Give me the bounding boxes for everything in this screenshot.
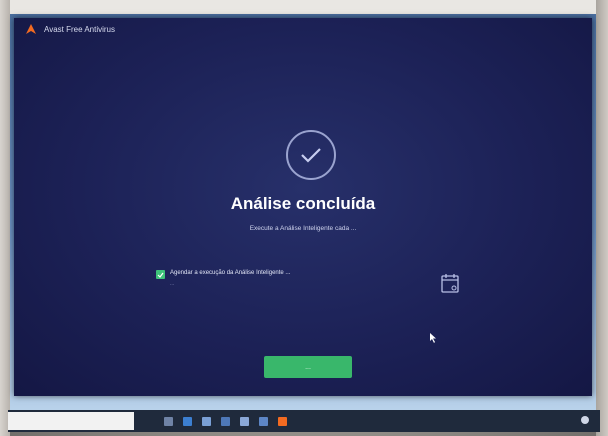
taskbar-search-input[interactable] <box>8 412 134 430</box>
calendar-icon[interactable] <box>440 272 460 299</box>
avast-window: Avast Free Antivirus Análise concluída E… <box>14 18 592 396</box>
monitor-bezel-right <box>596 0 608 436</box>
avast-icon[interactable] <box>278 416 287 426</box>
schedule-checkbox[interactable] <box>156 270 165 279</box>
tray-status-icon[interactable] <box>581 416 589 424</box>
avast-logo-icon <box>24 22 38 36</box>
mouse-cursor-icon <box>430 330 437 348</box>
monitor-bezel-left <box>0 0 10 436</box>
schedule-label: Agendar a execução da Análise Inteligent… <box>170 270 291 276</box>
monitor-bezel-top <box>0 0 608 14</box>
store-icon[interactable] <box>221 416 230 426</box>
taskbar <box>8 410 600 432</box>
titlebar: Avast Free Antivirus <box>14 18 592 40</box>
system-tray <box>581 416 594 424</box>
ok-button[interactable]: ... <box>264 356 352 378</box>
app-title: Avast Free Antivirus <box>44 24 115 34</box>
task-view-icon[interactable] <box>164 416 173 426</box>
check-circle-icon <box>286 130 336 180</box>
mail-icon[interactable] <box>240 416 249 426</box>
scan-complete-subtitle: Execute a Análise Inteligente cada ... <box>249 225 357 232</box>
edge-icon[interactable] <box>183 416 192 426</box>
scan-complete-title: Análise concluída <box>230 194 376 213</box>
explorer-icon[interactable] <box>202 416 211 426</box>
schedule-description: ... <box>170 281 175 287</box>
photos-icon[interactable] <box>259 416 268 426</box>
